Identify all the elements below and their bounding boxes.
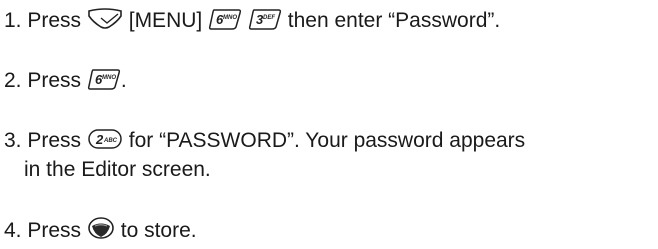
- key-2-abc-icon: 2 ABC: [87, 128, 123, 150]
- menu-softkey-icon: [87, 8, 123, 30]
- step-number: 3.: [4, 129, 22, 152]
- key-6-mno-icon: 6 MNO: [87, 68, 121, 91]
- key-6-mno-icon: 6 MNO: [208, 8, 242, 31]
- svg-text:MNO: MNO: [223, 15, 237, 21]
- step-2: 2. Press 6 MNO .: [4, 66, 127, 95]
- key-3-def-icon: 3 DEF: [248, 8, 282, 31]
- step-text: Press: [27, 69, 82, 92]
- step-number: 1.: [4, 9, 22, 32]
- step-3: 3. Press 2 ABC for “PASSWORD”. Your pass…: [4, 126, 525, 184]
- svg-text:DEF: DEF: [263, 15, 275, 21]
- step-number: 2.: [4, 69, 22, 92]
- step-1: 1. Press [MENU] 6 MNO 3 DEF then enter “…: [4, 6, 500, 35]
- ok-key-icon: [87, 217, 115, 241]
- svg-text:ABC: ABC: [103, 138, 118, 144]
- step-text: Press: [27, 9, 82, 32]
- menu-key-label: [MENU]: [128, 9, 203, 32]
- step-text: then enter “Password”.: [287, 9, 501, 32]
- step-text: Press: [27, 219, 82, 242]
- step-text: Press: [27, 129, 82, 152]
- step-text: to store.: [120, 219, 197, 242]
- step-number: 4.: [4, 219, 22, 242]
- svg-text:MNO: MNO: [102, 75, 116, 81]
- step-text: for “PASSWORD”. Your password appears: [128, 129, 526, 152]
- step-continuation: in the Editor screen.: [24, 158, 211, 181]
- svg-text:2: 2: [95, 132, 104, 147]
- step-4: 4. Press to store.: [4, 216, 197, 245]
- step-text: .: [120, 69, 127, 92]
